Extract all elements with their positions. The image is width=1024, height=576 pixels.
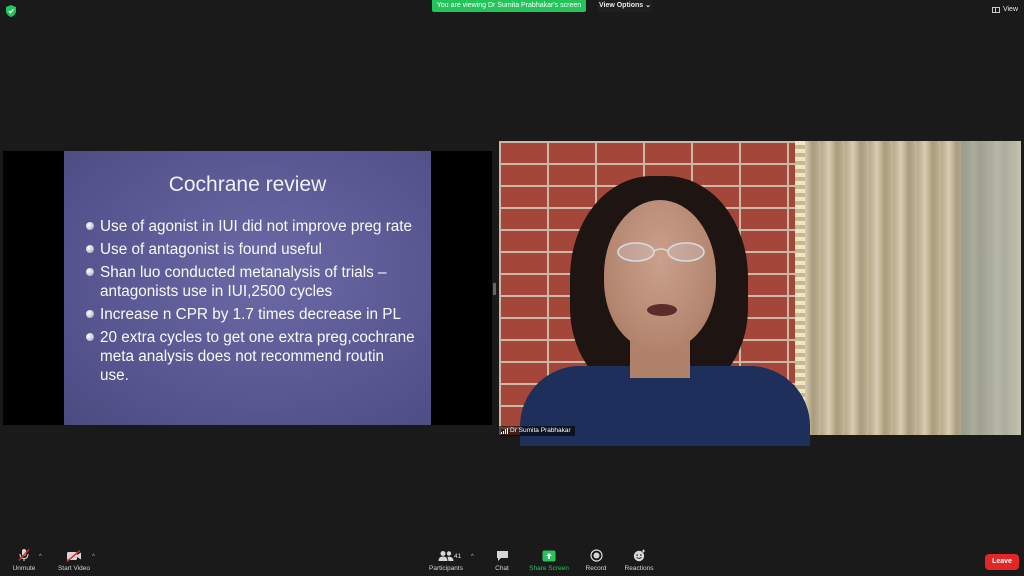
unmute-label: Unmute xyxy=(12,565,36,572)
start-video-label: Start Video xyxy=(57,565,91,572)
chat-label: Chat xyxy=(495,565,509,572)
shield-icon[interactable] xyxy=(6,5,16,17)
participants-button[interactable]: Participants xyxy=(428,544,464,576)
slide-bullet: 20 extra cycles to get one extra preg,co… xyxy=(86,328,416,385)
participant-count: 41 xyxy=(454,553,462,560)
audio-options-caret[interactable]: ^ xyxy=(39,554,42,560)
slide-bullet: Use of agonist in IUI did not improve pr… xyxy=(86,217,416,236)
presentation-slide: Cochrane review Use of agonist in IUI di… xyxy=(64,151,431,425)
leave-button[interactable]: Leave xyxy=(985,554,1019,570)
record-label: Record xyxy=(585,565,607,572)
split-view-divider[interactable] xyxy=(493,283,496,295)
glasses-icon xyxy=(617,242,705,262)
slide-bullets: Use of agonist in IUI did not improve pr… xyxy=(86,217,416,389)
viewing-banner: You are viewing Dr Sumita Prabhakar's sc… xyxy=(432,0,586,12)
share-screen-icon xyxy=(542,550,556,562)
share-screen-label: Share Screen xyxy=(529,565,569,572)
participants-options-caret[interactable]: ^ xyxy=(471,554,474,560)
participant-name: Dr Sumita Prabhakar xyxy=(510,427,571,434)
reactions-label: Reactions xyxy=(624,565,654,572)
chat-icon xyxy=(496,551,508,561)
view-options-label: View Options xyxy=(598,2,644,9)
slide-bullet: Increase n CPR by 1.7 times decrease in … xyxy=(86,305,416,324)
slide-title: Cochrane review xyxy=(168,173,327,196)
record-button[interactable]: Record xyxy=(582,544,610,576)
grid-view-icon xyxy=(991,7,1000,13)
speaker-mouth xyxy=(647,304,677,316)
window-light xyxy=(961,141,1021,435)
record-icon xyxy=(589,549,603,562)
signal-strength-icon xyxy=(501,428,508,434)
view-button[interactable]: View xyxy=(991,4,1018,16)
speaker-face xyxy=(604,200,716,350)
unmute-button[interactable]: Unmute xyxy=(10,544,38,576)
reactions-button[interactable]: Reactions xyxy=(623,544,655,576)
start-video-button[interactable]: Start Video xyxy=(56,544,92,576)
participants-label: Participants xyxy=(429,565,463,572)
slide-bullet: Shan luo conducted metanalysis of trials… xyxy=(86,263,416,301)
participants-icon xyxy=(438,551,454,561)
slide-bullet: Use of antagonist is found useful xyxy=(86,240,416,259)
share-screen-button[interactable]: Share Screen xyxy=(528,544,570,576)
video-options-caret[interactable]: ^ xyxy=(92,554,95,560)
meeting-toolbar: Unmute ^ Start Video ^ Participants 41 ^… xyxy=(0,544,1024,576)
chevron-down-icon: ⌄ xyxy=(645,2,652,9)
participant-name-tag: Dr Sumita Prabhakar xyxy=(499,426,575,436)
view-options-button[interactable]: View Options ⌄ xyxy=(598,0,652,12)
reactions-icon xyxy=(633,549,645,562)
video-off-icon xyxy=(66,550,81,562)
chat-button[interactable]: Chat xyxy=(490,544,514,576)
muted-mic-icon xyxy=(18,548,30,562)
view-label: View xyxy=(1002,6,1018,13)
